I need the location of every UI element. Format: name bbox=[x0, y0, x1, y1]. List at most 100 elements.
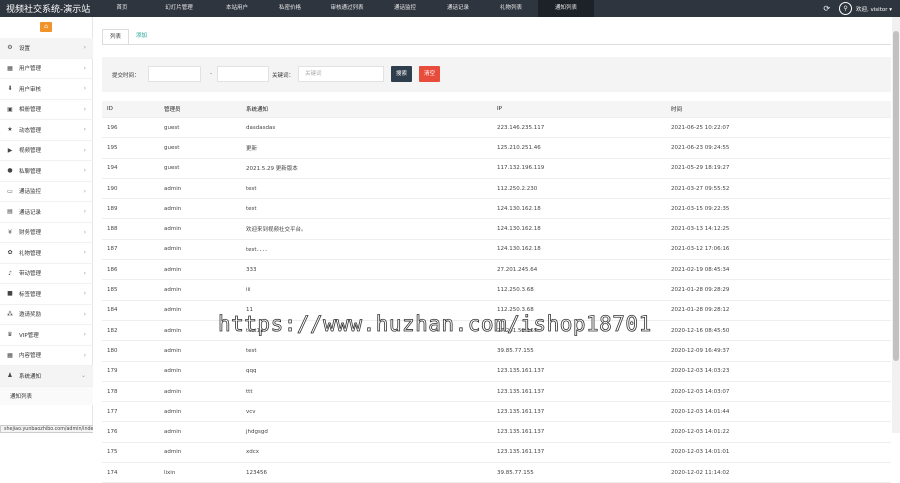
top-right-tools: ⟳ ⚲ 欢迎, visitor ▾ bbox=[823, 0, 892, 17]
sidebar-item[interactable]: ♟ 系统通知 ⌄ bbox=[0, 366, 93, 387]
table-cell: qqq bbox=[246, 368, 257, 375]
clear-button[interactable]: 清空 bbox=[419, 66, 441, 82]
table-cell: ttt bbox=[246, 388, 253, 395]
sidebar-item[interactable]: ✿ 礼物管理 › bbox=[0, 243, 93, 264]
table-cell: 2020-12-03 14:03:23 bbox=[671, 368, 730, 375]
nav-item[interactable]: 首页 bbox=[96, 0, 148, 17]
time-label: 提交时间： bbox=[112, 73, 140, 79]
sidebar-item-icon: ▭ bbox=[7, 187, 13, 195]
sidebar-item[interactable]: ▦ 用户管理 › bbox=[0, 59, 93, 79]
table-cell: dasdasdas bbox=[246, 124, 276, 131]
nav-item[interactable]: 通知列表 bbox=[538, 0, 594, 17]
chevron-right-icon: › bbox=[83, 351, 86, 359]
sidebar-item[interactable]: ★ 动态管理 › bbox=[0, 120, 93, 141]
user-menu[interactable]: ⚲ 欢迎, visitor ▾ bbox=[839, 2, 892, 15]
table-row: 180 admin test 39.85.77.155 2020-12-09 16:49… bbox=[102, 341, 891, 362]
sidebar-item[interactable]: ▤ 通话记录 › bbox=[0, 202, 93, 223]
sidebar-item[interactable]: ▭ 通话监控 › bbox=[0, 182, 93, 202]
table-cell: 123.135.161.137 bbox=[497, 429, 545, 436]
table-cell: 112.250.3.68 bbox=[497, 307, 534, 314]
table-cell: admin bbox=[164, 408, 182, 415]
table-row: 190 admin test 112.250.2.230 2021-03-27 09:5… bbox=[102, 179, 891, 200]
nav-item[interactable]: 幻灯片管理 bbox=[148, 0, 210, 17]
sidebar-item-label: 邀请奖励 bbox=[19, 312, 42, 319]
page-scrollbar[interactable] bbox=[892, 17, 900, 433]
nav-item[interactable]: 通话记录 bbox=[432, 0, 484, 17]
table-row: 185 admin iii 112.250.3.68 2021-01-28 09:28:… bbox=[102, 280, 891, 301]
sidebar-item-label: 通话记录 bbox=[19, 209, 42, 216]
nav-item[interactable]: 礼物列表 bbox=[484, 0, 538, 17]
table-cell: 196 bbox=[107, 124, 118, 131]
chevron-right-icon: › bbox=[83, 290, 86, 297]
table-cell: test11 bbox=[246, 327, 264, 334]
chevron-right-icon: › bbox=[83, 44, 86, 51]
refresh-icon[interactable]: ⟳ bbox=[823, 4, 830, 13]
table-cell: 180 bbox=[107, 347, 118, 354]
tab-bar: 列表 添加 bbox=[102, 29, 155, 44]
search-button[interactable]: 搜索 bbox=[391, 66, 413, 82]
table-row: 195 guest 更新 125.210.251.46 2021-06-23 09:24… bbox=[102, 138, 891, 159]
sidebar-item-icon: ▦ bbox=[7, 351, 13, 359]
table-cell: 182 bbox=[107, 327, 118, 334]
table-cell: guest bbox=[164, 124, 180, 131]
chevron-right-icon: › bbox=[83, 331, 86, 338]
scrollbar-thumb[interactable] bbox=[893, 31, 899, 361]
sidebar-item-icon: ● bbox=[7, 167, 13, 175]
sidebar-subitem-notice-list[interactable]: 通知列表 bbox=[0, 386, 93, 405]
nav-item[interactable]: 本站用户 bbox=[210, 0, 264, 17]
table-cell: 2020-12-03 14:01:01 bbox=[671, 449, 730, 456]
table-cell: 177 bbox=[107, 408, 118, 415]
table-cell: 123.135.161.137 bbox=[497, 408, 545, 415]
keyword-input[interactable]: 关键词 bbox=[298, 66, 384, 82]
sidebar-item[interactable]: ▦ 内容管理 › bbox=[0, 346, 93, 366]
table-cell: 2021.5.29 更新版本 bbox=[246, 166, 298, 173]
table-cell: 2020-12-03 14:01:44 bbox=[671, 408, 730, 415]
tab-add[interactable]: 添加 bbox=[129, 29, 155, 44]
sidebar-item[interactable]: ▶ 视频管理 › bbox=[0, 141, 93, 161]
nav-item[interactable]: 私密价格 bbox=[264, 0, 316, 17]
column-header: 管理员 bbox=[164, 107, 181, 113]
sidebar-item[interactable]: ♛ VIP管理 › bbox=[0, 325, 93, 346]
table-cell: lixin bbox=[164, 469, 176, 476]
table-cell: 2021-05-29 18:19:27 bbox=[671, 165, 730, 172]
table-cell: 2020-12-16 08:45:50 bbox=[671, 327, 730, 334]
sidebar-item[interactable]: ⬇ 用户审核 › bbox=[0, 79, 93, 100]
sidebar-item[interactable]: ▣ 相册管理 › bbox=[0, 100, 93, 120]
table-row: 174 lixin 123456 39.85.77.155 2020-12-02 11:… bbox=[102, 463, 891, 483]
sidebar-item[interactable]: ♪ 带动管理 › bbox=[0, 264, 93, 284]
sidebar-item-label: VIP管理 bbox=[19, 332, 39, 339]
table-cell: 2020-12-03 14:03:07 bbox=[671, 388, 730, 395]
home-icon[interactable]: ⌂ bbox=[40, 22, 52, 32]
table-cell: 124.130.162.18 bbox=[497, 226, 541, 233]
sidebar-item[interactable]: ¥ 财务管理 › bbox=[0, 223, 93, 243]
sidebar-item-icon: ⁂ bbox=[7, 310, 13, 318]
start-date-input[interactable] bbox=[148, 66, 201, 82]
table-cell: 333 bbox=[246, 266, 257, 273]
sidebar-item[interactable]: ● 私聊管理 › bbox=[0, 161, 93, 182]
column-header: IP bbox=[497, 106, 502, 112]
table-cell: 2021-02-19 08:45:34 bbox=[671, 266, 730, 273]
table-row: 178 admin ttt 123.135.161.137 2020-12-03 14:… bbox=[102, 382, 891, 403]
tab-divider bbox=[102, 44, 891, 45]
table-row: 179 admin qqq 123.135.161.137 2020-12-03 14:… bbox=[102, 362, 891, 382]
chevron-right-icon: › bbox=[83, 249, 86, 256]
sidebar-item-label: 动态管理 bbox=[19, 127, 42, 134]
end-date-input[interactable] bbox=[217, 66, 269, 82]
sidebar-item-icon: ▣ bbox=[7, 105, 13, 113]
table-cell: 112.250.3.68 bbox=[497, 287, 534, 294]
table-cell: jhdgsgd bbox=[246, 429, 268, 436]
tab-list[interactable]: 列表 bbox=[102, 29, 130, 44]
table-row: 175 admin xdcx 123.135.161.137 2020-12-03 14… bbox=[102, 443, 891, 464]
sidebar-item[interactable]: ⚙ 设置 › bbox=[0, 38, 93, 59]
table-cell: admin bbox=[164, 429, 182, 436]
table-cell: 123.135.161.137 bbox=[497, 368, 545, 375]
chevron-right-icon: › bbox=[83, 187, 86, 195]
sidebar-item[interactable]: ⁂ 邀请奖励 › bbox=[0, 305, 93, 325]
table-cell: 123456 bbox=[246, 469, 267, 476]
nav-item[interactable]: 审核通过列表 bbox=[316, 0, 378, 17]
keyword-label: 关键词： bbox=[272, 73, 295, 79]
sidebar-item[interactable]: ■ 标签管理 › bbox=[0, 284, 93, 305]
nav-item[interactable]: 通话监控 bbox=[378, 0, 432, 17]
table-cell: vcv bbox=[246, 408, 256, 415]
table-cell: admin bbox=[164, 185, 182, 192]
